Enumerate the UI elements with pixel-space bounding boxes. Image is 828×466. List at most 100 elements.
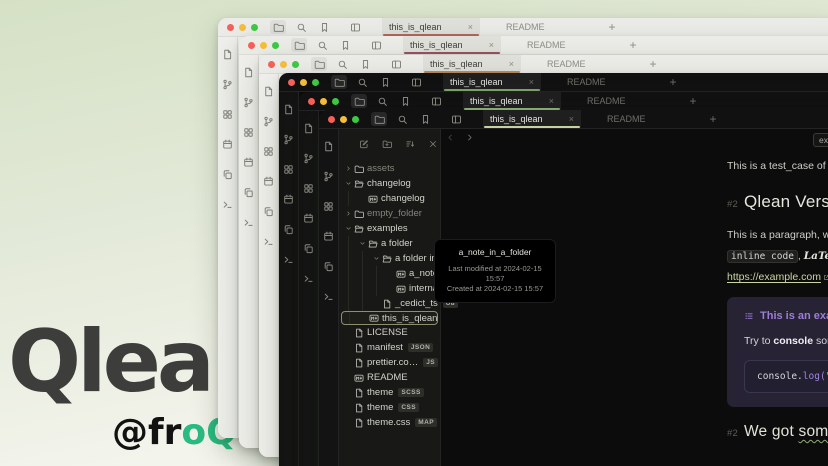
tree-file-manifest[interactable]: manifestJSON xyxy=(339,340,440,355)
collapse-all-button[interactable] xyxy=(428,136,438,154)
folder-button[interactable] xyxy=(311,57,327,71)
zoom-button[interactable] xyxy=(352,116,359,123)
rail-clipboard-button[interactable] xyxy=(323,259,334,277)
close-button[interactable] xyxy=(227,24,234,31)
rail-grid-button[interactable] xyxy=(263,144,274,162)
tree-file-this-is-qlean[interactable]: this_is_qlean xyxy=(341,311,438,325)
rail-files-button[interactable] xyxy=(283,102,294,120)
nav-forward-button[interactable] xyxy=(465,133,474,142)
close-button[interactable] xyxy=(288,79,295,86)
rail-grid-button[interactable] xyxy=(222,107,233,125)
minimize-button[interactable] xyxy=(320,98,327,105)
compose-button[interactable] xyxy=(359,136,369,154)
tab-close-button[interactable]: × xyxy=(529,77,534,87)
search-button[interactable] xyxy=(394,112,410,126)
minimize-button[interactable] xyxy=(239,24,246,31)
tab-this-is-qlean[interactable]: this_is_qlean× xyxy=(403,36,501,54)
rail-clipboard-button[interactable] xyxy=(303,241,314,259)
tree-file--cedict-ts[interactable]: _cedict_tsU8 xyxy=(339,296,440,311)
rail-files-button[interactable] xyxy=(263,84,274,102)
tree-file-theme-css[interactable]: theme.cssMAP xyxy=(339,415,440,430)
bookmark-button[interactable] xyxy=(417,112,433,126)
tree-folder-a-folder[interactable]: a folder xyxy=(339,236,440,251)
inline-link[interactable]: https://example.com xyxy=(727,271,828,283)
rail-git-branch-button[interactable] xyxy=(303,151,314,169)
bookmark-button[interactable] xyxy=(397,94,413,108)
rail-terminal-button[interactable] xyxy=(243,215,254,233)
breadcrumb-parent[interactable]: examples xyxy=(813,133,828,147)
rail-grid-button[interactable] xyxy=(283,162,294,180)
rail-grid-button[interactable] xyxy=(303,181,314,199)
zoom-button[interactable] xyxy=(292,61,299,68)
zoom-button[interactable] xyxy=(332,98,339,105)
rail-terminal-button[interactable] xyxy=(222,197,233,215)
new-tab-button[interactable]: + xyxy=(710,114,717,124)
tab-close-button[interactable]: × xyxy=(569,114,574,124)
rail-git-branch-button[interactable] xyxy=(283,132,294,150)
tree-file-theme[interactable]: themeSCSS xyxy=(339,385,440,400)
rail-files-button[interactable] xyxy=(243,65,254,83)
tree-folder-examples[interactable]: examples xyxy=(339,221,440,236)
tree-folder-a-folder-in-[interactable]: a folder in… xyxy=(339,251,440,266)
tab-readme[interactable]: README xyxy=(560,73,613,91)
tab-readme[interactable]: README xyxy=(580,92,633,110)
tree-file-prettier-co-[interactable]: prettier.co…JS xyxy=(339,355,440,370)
rail-git-branch-button[interactable] xyxy=(222,77,233,95)
search-button[interactable] xyxy=(293,20,309,34)
folder-button[interactable] xyxy=(331,75,347,89)
zoom-button[interactable] xyxy=(272,42,279,49)
tree-file-changelog[interactable]: changelog xyxy=(339,191,440,206)
rail-git-branch-button[interactable] xyxy=(243,95,254,113)
rail-clipboard-button[interactable] xyxy=(263,204,274,222)
tree-file-a-note-[interactable]: a_note_… xyxy=(339,266,440,281)
rail-git-branch-button[interactable] xyxy=(323,169,334,187)
bookmark-button[interactable] xyxy=(316,20,332,34)
tab-this-is-qlean[interactable]: this_is_qlean× xyxy=(483,110,581,128)
bookmark-button[interactable] xyxy=(357,57,373,71)
new-tab-button[interactable]: + xyxy=(670,77,677,87)
rail-clipboard-button[interactable] xyxy=(222,167,233,185)
rail-files-button[interactable] xyxy=(303,121,314,139)
rail-files-button[interactable] xyxy=(222,47,233,65)
minimize-button[interactable] xyxy=(280,61,287,68)
sort-button[interactable] xyxy=(405,136,415,154)
rail-files-button[interactable] xyxy=(323,139,334,157)
new-tab-button[interactable]: + xyxy=(630,40,637,50)
close-button[interactable] xyxy=(248,42,255,49)
bookmark-button[interactable] xyxy=(337,38,353,52)
minimize-button[interactable] xyxy=(340,116,347,123)
zoom-button[interactable] xyxy=(251,24,258,31)
tree-folder-changelog[interactable]: changelog xyxy=(339,176,440,191)
layout-button[interactable] xyxy=(448,112,464,126)
tab-this-is-qlean[interactable]: this_is_qlean× xyxy=(443,73,541,91)
tree-file-readme[interactable]: README xyxy=(339,370,440,385)
rail-grid-button[interactable] xyxy=(243,125,254,143)
rail-calendar-button[interactable] xyxy=(243,155,254,173)
tab-close-button[interactable]: × xyxy=(489,40,494,50)
minimize-button[interactable] xyxy=(260,42,267,49)
layout-button[interactable] xyxy=(347,20,363,34)
tree-file-license[interactable]: LICENSE xyxy=(339,325,440,340)
close-button[interactable] xyxy=(268,61,275,68)
new-tab-button[interactable]: + xyxy=(690,96,697,106)
folder-button[interactable] xyxy=(351,94,367,108)
folder-button[interactable] xyxy=(270,20,286,34)
layout-button[interactable] xyxy=(368,38,384,52)
search-button[interactable] xyxy=(374,94,390,108)
layout-button[interactable] xyxy=(428,94,444,108)
rail-clipboard-button[interactable] xyxy=(243,185,254,203)
close-button[interactable] xyxy=(308,98,315,105)
close-button[interactable] xyxy=(328,116,335,123)
layout-button[interactable] xyxy=(388,57,404,71)
search-button[interactable] xyxy=(354,75,370,89)
search-button[interactable] xyxy=(334,57,350,71)
tree-folder-assets[interactable]: assets xyxy=(339,161,440,176)
rail-terminal-button[interactable] xyxy=(323,289,334,307)
new-folder-button[interactable] xyxy=(382,136,392,154)
rail-calendar-button[interactable] xyxy=(283,192,294,210)
rail-clipboard-button[interactable] xyxy=(283,222,294,240)
rail-terminal-button[interactable] xyxy=(283,252,294,270)
rail-calendar-button[interactable] xyxy=(263,174,274,192)
tab-this-is-qlean[interactable]: this_is_qlean× xyxy=(463,92,561,110)
tab-this-is-qlean[interactable]: this_is_qlean× xyxy=(423,55,521,73)
